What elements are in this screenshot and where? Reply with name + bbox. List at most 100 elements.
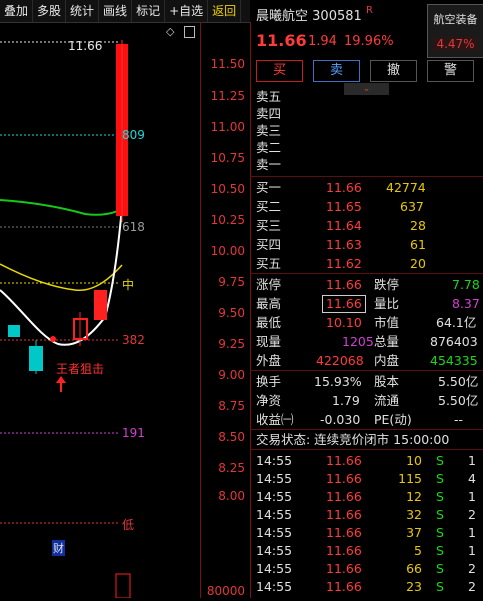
market-cap-value: 64.1亿 [436, 315, 477, 330]
diamond-icon[interactable]: ◇ [166, 25, 174, 38]
yellow-ma-line [0, 263, 123, 292]
tick-price: 11.66 [326, 453, 362, 468]
draw-line-button[interactable]: 画线 [99, 0, 133, 22]
tick-volume: 32 [406, 507, 422, 522]
divider [250, 449, 483, 450]
tick-side: S [436, 525, 444, 540]
ask-level-label: 卖三 [256, 123, 282, 138]
bid-price: 11.66 [326, 180, 362, 195]
divider [250, 370, 483, 371]
tick-side: S [436, 543, 444, 558]
total-volume-value: 876403 [430, 334, 478, 349]
stat-label: 内盘 [374, 353, 400, 368]
tick-count: 2 [468, 561, 476, 576]
axis-label: 10.00 [210, 244, 245, 258]
turnover-value: 15.93% [314, 374, 362, 389]
bid-price: 11.63 [326, 237, 362, 252]
stat-label: 现量 [256, 334, 282, 349]
overlay-button[interactable]: 叠加 [0, 0, 34, 22]
fib-618-label: 618 [122, 220, 145, 234]
stat-label: 净资 [256, 393, 282, 408]
divider [250, 176, 483, 177]
net-asset-value: 1.79 [332, 393, 360, 408]
fib-382-label: 382 [122, 333, 145, 347]
axis-label: 9.00 [218, 368, 245, 382]
volume-axis-label: 80000 [206, 584, 245, 598]
stat-label: 涨停 [256, 277, 282, 292]
stat-label: 股本 [374, 374, 400, 389]
kline-chart[interactable]: 11.66 809 618 中 382 191 低 王者狙击 财 ◇ [0, 22, 201, 599]
multi-stock-button[interactable]: 多股 [33, 0, 67, 22]
tick-price: 11.66 [326, 579, 362, 594]
back-button[interactable]: 返回 [208, 0, 242, 22]
candle-down [8, 325, 20, 337]
inner-volume-value: 454335 [430, 353, 478, 368]
tick-price: 11.66 [326, 471, 362, 486]
green-ma-line [0, 199, 123, 216]
margin-flag: R [365, 5, 373, 16]
last-price: 11.66 [256, 31, 307, 50]
bid-label: 买三 [256, 218, 282, 233]
limit-up-value: 11.66 [326, 277, 362, 292]
float-shares-value: 5.50亿 [438, 393, 479, 408]
axis-label: 8.25 [218, 461, 245, 475]
tick-side: S [436, 453, 444, 468]
axis-label: 10.25 [210, 213, 245, 227]
stat-label: 换手 [256, 374, 282, 389]
tick-price: 11.66 [326, 525, 362, 540]
price-change: 1.94 [308, 34, 337, 49]
sector-box[interactable]: 航空装备 4.47% [427, 4, 483, 58]
tick-count: 1 [468, 453, 476, 468]
tick-volume: 66 [406, 561, 422, 576]
axis-label: 8.50 [218, 430, 245, 444]
pe-value: -- [454, 412, 464, 427]
price-change-pct: 19.96% [344, 34, 394, 49]
candle-up [94, 290, 107, 320]
bid-price: 11.64 [326, 218, 362, 233]
tick-side: S [436, 507, 444, 522]
signal-annotation: 王者狙击 [56, 362, 105, 376]
eps-value: -0.030 [320, 412, 361, 427]
quote-panel: 晨曦航空 300581 R 航空装备 4.47% 11.66 1.94 19.9… [250, 0, 483, 598]
cancel-order-button[interactable]: 撤 [370, 60, 417, 82]
tick-count: 1 [468, 543, 476, 558]
tick-volume: 10 [406, 453, 422, 468]
bid-volume: 42774 [386, 180, 426, 195]
collapse-chevron-icon[interactable]: ⌄ [344, 83, 389, 95]
axis-label: 11.50 [210, 57, 245, 71]
divider [250, 273, 483, 274]
bid-volume: 61 [410, 237, 426, 252]
share-capital-value: 5.50亿 [438, 374, 479, 389]
axis-label: 9.50 [218, 306, 245, 320]
ask-level-label: 卖四 [256, 106, 282, 121]
axis-label: 8.00 [218, 489, 245, 503]
add-watchlist-button[interactable]: +自选 [165, 0, 209, 22]
bid-label: 买一 [256, 180, 282, 195]
window-toggle-icon[interactable] [184, 26, 195, 38]
axis-label: 9.75 [218, 275, 245, 289]
stock-code: 300581 [312, 9, 362, 24]
sell-button[interactable]: 卖 [313, 60, 360, 82]
tick-time: 14:55 [256, 579, 293, 594]
tick-time: 14:55 [256, 453, 293, 468]
alert-button[interactable]: 警 [427, 60, 474, 82]
tick-price: 11.66 [326, 489, 362, 504]
bid-label: 买五 [256, 256, 282, 271]
stat-label: PE(动) [374, 412, 412, 427]
fib-809-label: 809 [122, 128, 145, 142]
mark-button[interactable]: 标记 [132, 0, 166, 22]
limit-down-value: 7.78 [452, 277, 480, 292]
sector-name: 航空装备 [433, 13, 478, 26]
tick-volume: 12 [406, 489, 422, 504]
statistics-button[interactable]: 统计 [66, 0, 100, 22]
stat-label: 市值 [374, 315, 400, 330]
axis-label: 11.00 [210, 120, 245, 134]
tick-count: 2 [468, 507, 476, 522]
buy-arrow-head-icon [56, 376, 66, 383]
buy-button[interactable]: 买 [256, 60, 303, 82]
tick-side: S [436, 579, 444, 594]
finance-badge[interactable]: 财 [52, 540, 65, 556]
volume-ratio-value: 8.37 [452, 296, 480, 311]
volume-bar [115, 573, 131, 599]
axis-label: 10.50 [210, 182, 245, 196]
